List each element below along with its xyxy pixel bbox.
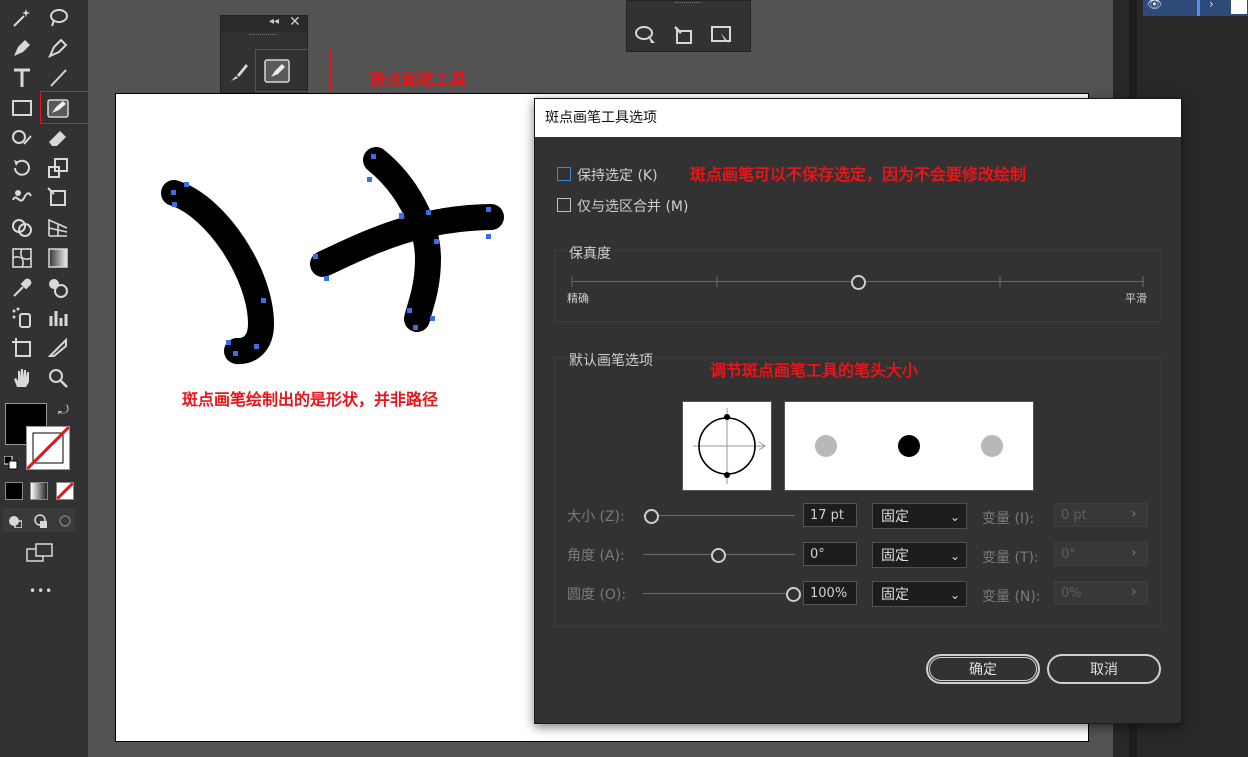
- close-icon[interactable]: ✕: [289, 14, 301, 30]
- layer-thumbnail: [1231, 0, 1247, 14]
- column-graph-tool-icon[interactable]: [46, 306, 70, 330]
- chevron-down-icon: ⌄: [949, 549, 960, 563]
- layer-color-bar: [1197, 0, 1200, 16]
- size-variation-chevron-icon: ›: [1131, 506, 1137, 522]
- fidelity-heading: 保真度: [567, 243, 613, 263]
- object-tools-flyout: [626, 0, 751, 52]
- magic-wand-tool-icon[interactable]: [10, 6, 34, 30]
- shape-builder-tool-icon[interactable]: [10, 216, 34, 240]
- size-label: 大小 (Z):: [567, 509, 625, 525]
- size-slider-knob[interactable]: [643, 509, 659, 524]
- keep-selected-label[interactable]: 保持选定 (K): [577, 165, 658, 185]
- angle-variation-chevron-icon: ›: [1131, 545, 1137, 561]
- slice-tool-icon[interactable]: [46, 336, 70, 360]
- warp-tool-icon[interactable]: [10, 186, 34, 210]
- roundness-label: 圆度 (O):: [567, 587, 627, 603]
- roundness-variation-chevron-icon: ›: [1131, 584, 1137, 600]
- toolbar-highlight-box: [40, 91, 92, 124]
- blend-tool-icon[interactable]: [46, 276, 70, 300]
- pen-tool-icon[interactable]: [10, 36, 34, 60]
- size-slider-track[interactable]: [643, 515, 795, 516]
- screen-mode-icon[interactable]: [26, 543, 54, 563]
- draw-normal-icon[interactable]: [8, 513, 23, 529]
- size-variation-label: 变量 (I):: [982, 511, 1035, 527]
- angle-label: 角度 (A):: [567, 548, 625, 564]
- roundness-mode-value: 固定: [881, 587, 909, 603]
- scale-tool-icon[interactable]: [46, 156, 70, 180]
- free-transform-tool-icon[interactable]: [46, 186, 70, 210]
- symbol-tool-icon[interactable]: [633, 23, 659, 47]
- shaper-tool-icon[interactable]: [10, 126, 34, 150]
- roundness-slider-track[interactable]: [643, 593, 795, 594]
- color-mode-button[interactable]: [5, 482, 23, 500]
- angle-slider-knob[interactable]: [711, 548, 726, 563]
- keep-selected-checkbox[interactable]: [557, 167, 571, 181]
- draw-behind-icon[interactable]: [33, 513, 47, 528]
- shape-annotation: 斑点画笔绘制出的是形状，并非路径: [182, 390, 439, 409]
- flyout-highlight-box: [255, 49, 331, 92]
- hand-tool-icon[interactable]: [10, 366, 34, 390]
- default-fill-stroke-icon[interactable]: [3, 455, 18, 470]
- swap-fill-stroke-icon[interactable]: ⤾: [58, 403, 69, 418]
- roundness-slider-knob[interactable]: [786, 587, 801, 602]
- eyedropper-tool-icon[interactable]: [10, 276, 34, 300]
- artboard-tool-icon[interactable]: [10, 336, 34, 360]
- angle-mode-value: 固定: [881, 548, 909, 564]
- line-segment-tool-icon[interactable]: [46, 66, 70, 90]
- roundness-mode-select[interactable]: 固定 ⌄: [872, 581, 967, 607]
- expand-chevron-icon[interactable]: ›: [1209, 0, 1214, 11]
- draw-inside-icon[interactable]: [58, 513, 72, 527]
- angle-mode-select[interactable]: 固定 ⌄: [872, 542, 967, 568]
- rotate-tool-icon[interactable]: [10, 156, 34, 180]
- live-paint-selection-icon[interactable]: [709, 23, 735, 47]
- none-mode-button[interactable]: [56, 482, 74, 500]
- brush-size-preview: [784, 401, 1034, 491]
- chevron-down-icon: ⌄: [949, 510, 960, 524]
- eraser-tool-icon[interactable]: [46, 126, 70, 150]
- mesh-tool-icon[interactable]: [10, 246, 34, 270]
- size-mode-select[interactable]: 固定 ⌄: [872, 503, 967, 529]
- keep-selected-annotation: 斑点画笔可以不保存选定，因为不会要修改绘制: [690, 165, 1027, 184]
- size-input[interactable]: 17 pt: [803, 503, 857, 527]
- roundness-variation-label: 变量 (N):: [982, 589, 1041, 605]
- curvature-tool-icon[interactable]: [46, 36, 70, 60]
- fidelity-left-label: 精确: [567, 292, 589, 305]
- perspective-grid-tool-icon[interactable]: [46, 216, 70, 240]
- tool-annotation: 斑点画笔工具: [370, 70, 467, 89]
- roundness-input[interactable]: 100%: [803, 581, 857, 605]
- gradient-mode-button[interactable]: [30, 482, 48, 500]
- angle-variation-label: 变量 (T):: [982, 550, 1039, 566]
- blob-brush-options-dialog: 斑点画笔工具选项 保持选定 (K) 仅与选区合并 (M) 保真度 精确 平滑 默…: [534, 98, 1182, 724]
- collapse-panel-icon[interactable]: ◂◂: [269, 16, 279, 27]
- brush-options-heading: 默认画笔选项: [567, 350, 655, 370]
- fidelity-right-label: 平滑: [1125, 292, 1147, 305]
- paintbrush-tool-icon[interactable]: [227, 60, 251, 84]
- visibility-eye-icon[interactable]: 👁: [1147, 0, 1162, 11]
- merge-only-checkbox[interactable]: [557, 198, 571, 212]
- zoom-tool-icon[interactable]: [46, 366, 70, 390]
- grip-icon: [249, 34, 277, 37]
- gradient-tool-icon[interactable]: [46, 246, 70, 270]
- dialog-title: 斑点画笔工具选项: [535, 99, 1181, 137]
- type-tool-icon[interactable]: [10, 66, 34, 90]
- symbol-sprayer-tool-icon[interactable]: [10, 306, 34, 330]
- lasso-tool-icon[interactable]: [46, 6, 70, 30]
- chevron-down-icon: ⌄: [949, 588, 960, 602]
- grip-icon: [675, 2, 701, 5]
- cancel-button[interactable]: 取消: [1047, 654, 1161, 684]
- angle-input[interactable]: 0°: [803, 542, 857, 566]
- rectangle-tool-icon[interactable]: [10, 96, 34, 120]
- stroke-swatch[interactable]: [26, 426, 70, 470]
- brush-shape-preview: [682, 401, 772, 491]
- tip-size-annotation: 调节斑点画笔工具的笔头大小: [710, 361, 919, 380]
- live-paint-tool-icon[interactable]: [671, 23, 697, 47]
- ok-button[interactable]: 确定: [926, 654, 1040, 684]
- merge-only-label[interactable]: 仅与选区合并 (M): [577, 196, 688, 216]
- size-mode-value: 固定: [881, 509, 909, 525]
- fidelity-slider-knob[interactable]: [851, 275, 866, 290]
- edit-toolbar-button[interactable]: •••: [29, 584, 53, 598]
